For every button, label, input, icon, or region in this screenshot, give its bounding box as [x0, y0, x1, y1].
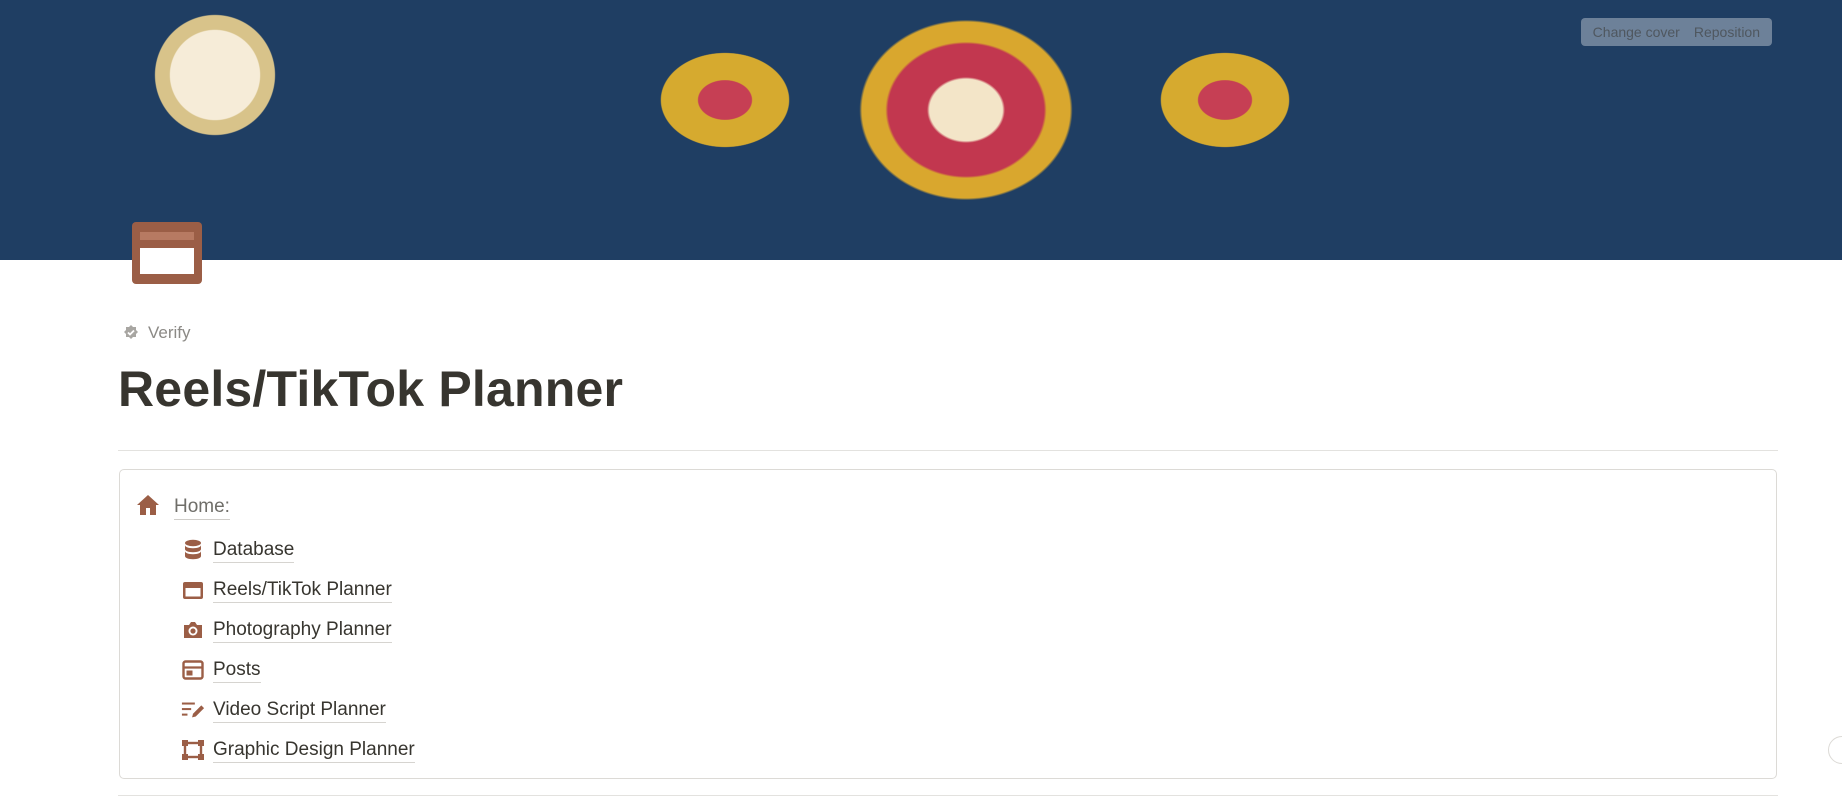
- home-row: Home:: [136, 494, 230, 521]
- calendar-icon: [181, 578, 205, 602]
- verify-badge[interactable]: Verify: [122, 323, 191, 343]
- home-link[interactable]: Home:: [174, 495, 230, 520]
- nav-link-label[interactable]: Photography Planner: [213, 618, 392, 643]
- layout-icon: [181, 658, 205, 682]
- nav-link-label[interactable]: Posts: [213, 658, 261, 683]
- verified-check-icon: [124, 325, 138, 339]
- nav-link-label[interactable]: Video Script Planner: [213, 698, 386, 723]
- nav-item-posts[interactable]: Posts: [181, 650, 415, 690]
- page-title[interactable]: Reels/TikTok Planner: [118, 360, 623, 418]
- nav-item-photography-planner[interactable]: Photography Planner: [181, 610, 415, 650]
- design-frame-icon: [181, 738, 205, 762]
- navigation-callout: Home: Database Reels/TikTok Planner Phot…: [119, 469, 1777, 779]
- nav-item-reels-tiktok-planner[interactable]: Reels/TikTok Planner: [181, 570, 415, 610]
- cover-medallion-lemon-right: [1150, 45, 1300, 155]
- nav-link-label[interactable]: Reels/TikTok Planner: [213, 578, 392, 603]
- database-icon: [181, 538, 205, 562]
- reposition-button[interactable]: Reposition: [1688, 22, 1766, 42]
- cover-image: Change cover Reposition: [0, 0, 1842, 260]
- cover-actions: Change cover Reposition: [1580, 18, 1772, 46]
- script-edit-icon: [181, 698, 205, 722]
- nav-item-video-script-planner[interactable]: Video Script Planner: [181, 690, 415, 730]
- home-icon: [136, 494, 160, 521]
- nav-item-database[interactable]: Database: [181, 530, 415, 570]
- cover-medallion-left: [140, 10, 290, 140]
- nav-item-graphic-design-planner[interactable]: Graphic Design Planner: [181, 730, 415, 770]
- page-calendar-icon[interactable]: [130, 218, 204, 288]
- cover-medallion-lemon-left: [650, 45, 800, 155]
- nav-link-label[interactable]: Database: [213, 538, 295, 563]
- help-button[interactable]: [1828, 736, 1842, 764]
- camera-icon: [181, 618, 205, 642]
- title-divider: [118, 450, 1778, 451]
- verify-label: Verify: [148, 323, 191, 342]
- nav-link-label[interactable]: Graphic Design Planner: [213, 738, 415, 763]
- change-cover-button[interactable]: Change cover: [1587, 22, 1686, 42]
- bottom-divider: [118, 795, 1778, 796]
- nav-list: Database Reels/TikTok Planner Photograph…: [181, 530, 415, 770]
